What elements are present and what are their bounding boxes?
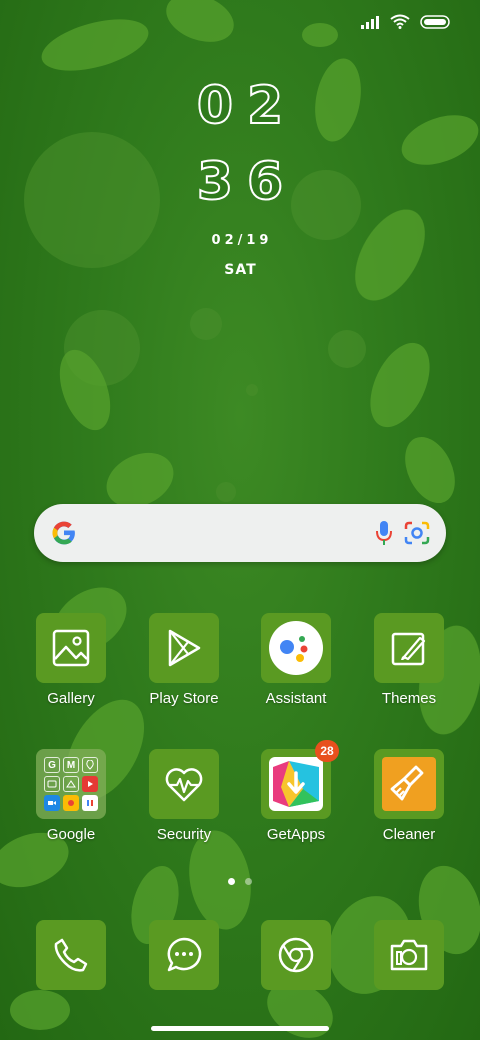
cleaner-icon xyxy=(382,757,436,811)
microphone-icon[interactable] xyxy=(376,520,392,546)
phone-icon xyxy=(54,938,88,972)
app-label: Security xyxy=(156,826,212,843)
dock-camera[interactable] xyxy=(374,920,444,990)
page-dot-1[interactable] xyxy=(228,878,235,885)
app-themes[interactable]: Themes xyxy=(353,613,465,707)
clock-hours-text: 02 xyxy=(196,76,298,136)
getapps-icon xyxy=(269,757,323,811)
app-play-store[interactable]: Play Store xyxy=(128,613,240,707)
app-google-folder[interactable]: G M Google xyxy=(15,749,127,843)
gallery-icon xyxy=(52,629,90,667)
wifi-icon xyxy=(390,14,410,29)
pay-mini-icon xyxy=(44,776,60,792)
youtube-mini-icon xyxy=(82,776,98,792)
google-folder-icon: G M xyxy=(44,757,98,811)
photos-mini-icon xyxy=(63,795,79,811)
google-g-icon xyxy=(52,521,75,545)
gmail-mini-icon: M xyxy=(63,757,79,773)
status-bar xyxy=(360,14,450,29)
google-folder-tile[interactable]: G M xyxy=(36,749,106,819)
app-cleaner[interactable]: Cleaner xyxy=(353,749,465,843)
home-screen: 02 36 02/19 SAT Gallery Play Store Assis… xyxy=(0,0,480,1040)
themes-icon xyxy=(391,632,426,666)
clock-hours: 02 xyxy=(0,76,480,136)
security-icon xyxy=(165,768,203,802)
security-tile[interactable] xyxy=(149,749,219,819)
app-assistant[interactable]: Assistant xyxy=(240,613,352,707)
clock-date: 02/19 xyxy=(211,233,273,248)
getapps-tile[interactable]: 28 xyxy=(261,740,339,819)
app-security[interactable]: Security xyxy=(128,749,240,843)
google-search-bar[interactable] xyxy=(34,504,446,562)
app-label: GetApps xyxy=(266,826,326,843)
app-label: Play Store xyxy=(149,690,219,707)
lens-camera-icon[interactable] xyxy=(404,520,430,546)
gallery-tile[interactable] xyxy=(36,613,106,683)
page-indicator[interactable] xyxy=(0,878,480,885)
notification-badge: 28 xyxy=(315,740,339,762)
maps-mini-icon xyxy=(82,757,98,773)
google-mini-icon: G xyxy=(44,757,60,773)
meet-mini-icon xyxy=(44,795,60,811)
app-label: Cleaner xyxy=(382,826,436,843)
dock-messages[interactable] xyxy=(149,920,219,990)
camera-icon xyxy=(390,939,428,971)
page-dot-2[interactable] xyxy=(245,878,252,885)
browser-icon xyxy=(278,937,314,973)
battery-icon xyxy=(420,14,450,29)
assistant-tile[interactable] xyxy=(261,613,331,683)
assistant-icon xyxy=(269,621,323,675)
cleaner-tile[interactable] xyxy=(374,749,444,819)
play-store-tile[interactable] xyxy=(149,613,219,683)
dock-phone[interactable] xyxy=(36,920,106,990)
app-label: Gallery xyxy=(47,690,95,707)
clock-minutes: 36 xyxy=(0,152,480,212)
clock-day: SAT xyxy=(224,262,257,278)
app-label: Themes xyxy=(381,690,437,707)
files-mini-icon xyxy=(82,795,98,811)
app-label: Google xyxy=(46,826,96,843)
dock-browser[interactable] xyxy=(261,920,331,990)
themes-tile[interactable] xyxy=(374,613,444,683)
messages-icon xyxy=(167,937,202,972)
signal-icon xyxy=(361,15,379,29)
home-gesture-bar[interactable] xyxy=(151,1026,329,1031)
app-gallery[interactable]: Gallery xyxy=(15,613,127,707)
drive-mini-icon xyxy=(63,776,79,792)
clock-minutes-text: 36 xyxy=(196,152,298,212)
play-store-icon xyxy=(168,629,201,667)
app-getapps[interactable]: 28 GetApps xyxy=(240,740,352,843)
app-label: Assistant xyxy=(265,690,327,707)
